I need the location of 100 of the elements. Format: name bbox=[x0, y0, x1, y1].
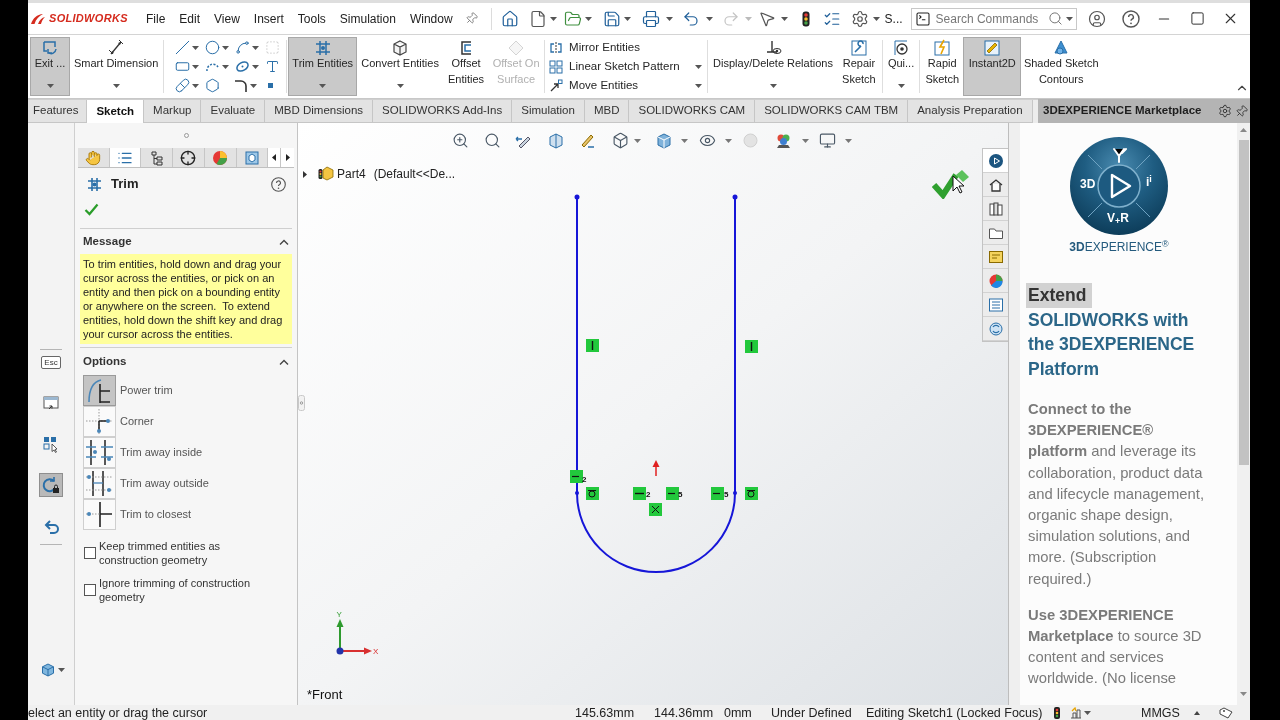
settings-icon[interactable] bbox=[1218, 104, 1232, 118]
zoom-in-icon[interactable] bbox=[452, 132, 469, 149]
unit-system[interactable]: MMGS bbox=[1141, 705, 1180, 720]
ribbon-button[interactable]: Move Entities bbox=[549, 76, 703, 95]
ribbon-button[interactable]: Smart Dimension bbox=[70, 37, 163, 96]
caret-icon[interactable] bbox=[705, 16, 713, 21]
tab[interactable]: SOLIDWORKS CAM TBM bbox=[755, 100, 909, 123]
ribbon-button[interactable]: Qui... bbox=[883, 37, 919, 96]
caret-icon[interactable] bbox=[623, 16, 631, 21]
monitor-icon[interactable] bbox=[819, 132, 836, 149]
menu-item[interactable]: Edit bbox=[172, 10, 208, 27]
caret-icon[interactable] bbox=[222, 45, 230, 50]
chevron-up-icon[interactable] bbox=[279, 239, 289, 245]
open-folder-icon[interactable] bbox=[563, 9, 582, 28]
panel-handle-icon[interactable] bbox=[298, 395, 305, 411]
relation-icon[interactable] bbox=[745, 340, 758, 353]
panel-tab[interactable] bbox=[109, 148, 142, 167]
caret-up-icon[interactable] bbox=[1194, 710, 1200, 715]
tab[interactable]: Evaluate bbox=[201, 100, 266, 123]
toolbar-overflow-button[interactable]: S... bbox=[884, 9, 903, 28]
caret-icon[interactable] bbox=[58, 668, 65, 672]
ribbon-button[interactable]: Repair Sketch bbox=[836, 37, 881, 96]
settings-icon[interactable] bbox=[850, 9, 869, 28]
relation-icon[interactable] bbox=[633, 487, 646, 500]
caret-icon[interactable] bbox=[634, 138, 641, 143]
circle-icon[interactable] bbox=[205, 40, 221, 55]
help-icon[interactable] bbox=[1121, 9, 1140, 28]
caret-icon[interactable] bbox=[665, 16, 673, 21]
printer-icon[interactable] bbox=[641, 9, 660, 28]
part-icon[interactable] bbox=[318, 166, 334, 182]
tab[interactable]: MBD bbox=[584, 100, 630, 123]
grip-dot-icon[interactable] bbox=[183, 133, 189, 138]
corner-icon[interactable] bbox=[233, 78, 249, 93]
tab[interactable]: Simulation bbox=[512, 100, 585, 123]
checkbox[interactable] bbox=[84, 584, 96, 596]
menu-item[interactable]: Simulation bbox=[332, 10, 403, 27]
relation-icon[interactable] bbox=[745, 487, 758, 500]
cube-icon[interactable] bbox=[41, 663, 55, 677]
ribbon-button[interactable]: Offset Entities bbox=[443, 37, 490, 96]
caret-icon[interactable] bbox=[46, 84, 54, 88]
caret-icon[interactable] bbox=[192, 64, 200, 69]
tree-item-label[interactable]: Part4 bbox=[337, 165, 366, 183]
spline-icon[interactable] bbox=[235, 40, 251, 55]
option-button[interactable]: Corner bbox=[83, 406, 297, 437]
ribbon-button[interactable]: Convert Entities bbox=[357, 37, 444, 96]
help-icon[interactable] bbox=[271, 176, 286, 192]
tag-icon[interactable] bbox=[1219, 706, 1233, 719]
scrollbar-thumb[interactable] bbox=[1238, 140, 1249, 465]
checkmark-icon[interactable] bbox=[932, 169, 970, 199]
scroll-left-button[interactable] bbox=[268, 148, 282, 167]
caret-icon[interactable] bbox=[252, 64, 260, 69]
tab[interactable]: Markup bbox=[144, 100, 202, 123]
home-icon[interactable] bbox=[500, 9, 519, 28]
caret-icon[interactable] bbox=[192, 45, 200, 50]
maximize-icon[interactable] bbox=[1189, 11, 1205, 26]
option-button[interactable]: Trim away inside bbox=[83, 437, 297, 468]
undo-icon[interactable] bbox=[681, 9, 700, 28]
scroll-up-icon[interactable] bbox=[1240, 128, 1247, 132]
ribbon-button[interactable]: Instant2D bbox=[963, 37, 1022, 96]
sliced-cube-icon[interactable] bbox=[547, 132, 564, 149]
traffic-light-icon[interactable] bbox=[1054, 706, 1060, 719]
ribbon-button[interactable]: Mirror Entities bbox=[549, 38, 703, 57]
caret-icon[interactable] bbox=[396, 84, 404, 88]
eye-icon[interactable] bbox=[699, 132, 716, 149]
save-icon[interactable] bbox=[602, 9, 621, 28]
esc-button[interactable]: Esc bbox=[41, 355, 61, 369]
caret-icon[interactable] bbox=[192, 83, 200, 88]
caret-icon[interactable] bbox=[549, 16, 557, 21]
caret-icon[interactable] bbox=[584, 16, 592, 21]
search-field[interactable]: Search Commands bbox=[935, 9, 1044, 28]
caret-icon[interactable] bbox=[112, 84, 120, 88]
tab[interactable]: Features bbox=[28, 100, 88, 123]
user-icon[interactable] bbox=[1087, 9, 1106, 28]
tab[interactable]: Analysis Preparation bbox=[908, 100, 1033, 123]
search-box[interactable]: Search Commands bbox=[910, 7, 1077, 30]
caret-icon[interactable] bbox=[780, 16, 788, 21]
line-icon[interactable] bbox=[175, 40, 191, 55]
caret-icon[interactable] bbox=[1084, 710, 1091, 715]
caret-icon[interactable] bbox=[1065, 16, 1073, 21]
checkbox[interactable] bbox=[84, 547, 96, 559]
tab[interactable]: MBD Dimensions bbox=[265, 100, 374, 123]
caret-icon[interactable] bbox=[252, 45, 260, 50]
menu-item[interactable]: File bbox=[139, 10, 173, 27]
ellipse-icon[interactable] bbox=[235, 59, 251, 74]
relation-icon[interactable] bbox=[586, 487, 599, 500]
ribbon-button[interactable]: Rapid Sketch bbox=[921, 37, 964, 96]
pointer-icon[interactable] bbox=[757, 9, 776, 28]
task-pane-tab[interactable] bbox=[983, 149, 1008, 173]
ribbon-button[interactable]: Trim Entities bbox=[288, 37, 358, 96]
checkmark-icon[interactable] bbox=[84, 203, 99, 216]
relation-icon[interactable] bbox=[586, 339, 599, 352]
option-button[interactable]: Power trim bbox=[83, 375, 297, 406]
caret-icon[interactable] bbox=[872, 16, 880, 21]
menu-item[interactable]: Insert bbox=[246, 10, 291, 27]
document-icon[interactable] bbox=[528, 9, 547, 28]
search-icon[interactable] bbox=[484, 132, 501, 149]
relation-icon[interactable] bbox=[649, 503, 662, 516]
toolbar-button[interactable] bbox=[39, 473, 63, 497]
scroll-down-icon[interactable] bbox=[1240, 692, 1247, 696]
rectangle-icon[interactable] bbox=[175, 59, 191, 74]
